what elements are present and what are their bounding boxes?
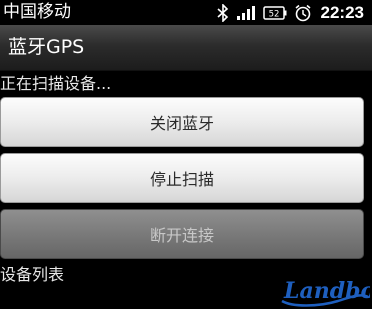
disconnect-button: 断开连接	[0, 209, 364, 259]
stop-scan-label: 停止扫描	[149, 170, 214, 189]
device-list-label: 设备列表	[0, 265, 65, 284]
alarm-icon	[294, 4, 312, 22]
title-bar: 蓝牙GPS	[0, 25, 372, 71]
stop-scan-button[interactable]: 停止扫描	[0, 153, 364, 203]
close-bluetooth-button[interactable]: 关闭蓝牙	[0, 97, 364, 147]
status-icons: 52 22:23	[216, 1, 364, 24]
status-bar: 中国移动 52 22:23	[0, 0, 372, 25]
bluetooth-icon	[216, 3, 229, 22]
clock: 22:23	[320, 2, 364, 22]
scan-status-text: 正在扫描设备...	[0, 74, 112, 93]
battery-icon: 52	[262, 5, 287, 20]
svg-text:Landbo: Landbo	[283, 278, 370, 304]
battery-level: 52	[268, 9, 279, 19]
watermark-logo: Landbo	[278, 271, 372, 309]
signal-icon	[236, 5, 256, 21]
carrier-name: 中国移动	[3, 2, 71, 22]
app-title: 蓝牙GPS	[8, 36, 85, 58]
disconnect-label: 断开连接	[149, 226, 214, 245]
close-bluetooth-label: 关闭蓝牙	[149, 114, 214, 133]
